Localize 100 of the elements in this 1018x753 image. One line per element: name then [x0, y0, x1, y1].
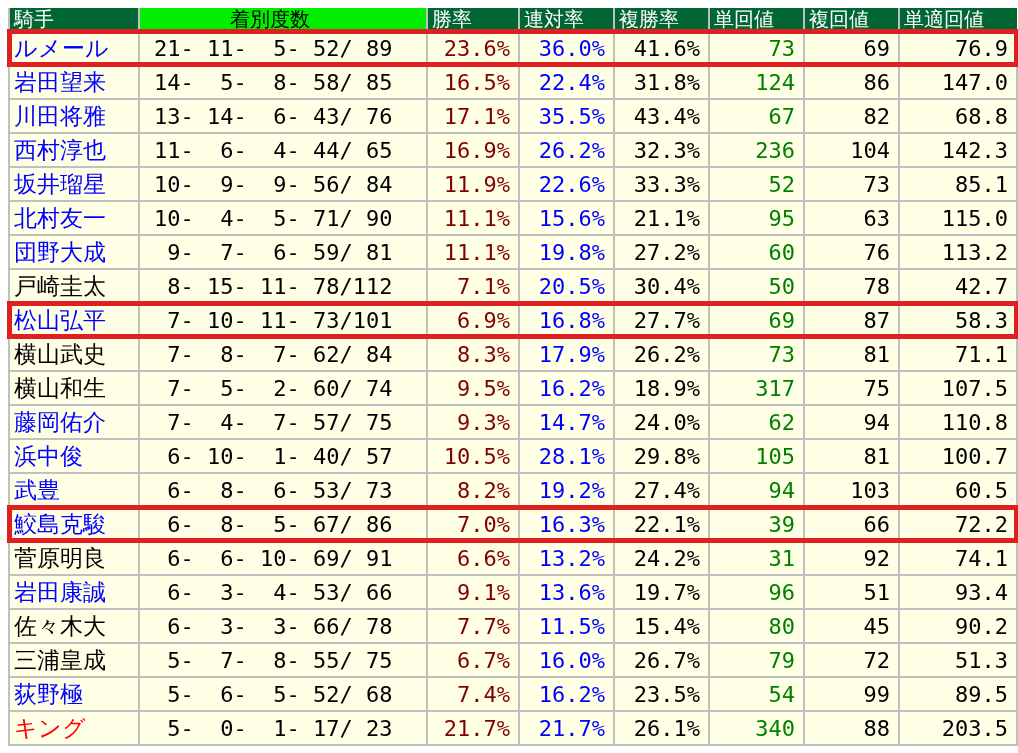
table-cell: 16.9%	[427, 133, 519, 167]
jockey-name: 団野大成	[9, 235, 139, 269]
table-cell: 74.1	[899, 541, 1017, 575]
column-header: 単適回値	[899, 8, 1017, 31]
table-cell: 71.1	[899, 337, 1017, 371]
table-cell: 7- 5- 2- 60/ 74	[139, 371, 427, 405]
table-cell: 21.7%	[519, 711, 614, 745]
table-cell: 203.5	[899, 711, 1017, 745]
jockey-name: 佐々木大	[9, 609, 139, 643]
column-header: 騎手	[9, 8, 139, 31]
table-cell: 51	[804, 575, 899, 609]
table-cell: 5- 7- 8- 55/ 75	[139, 643, 427, 677]
table-cell: 81	[804, 439, 899, 473]
table-cell: 72	[804, 643, 899, 677]
table-cell: 96	[709, 575, 804, 609]
table-cell: 28.1%	[519, 439, 614, 473]
table-cell: 7- 10- 11- 73/101	[139, 303, 427, 337]
jockey-name: 菅原明良	[9, 541, 139, 575]
table-cell: 7.4%	[427, 677, 519, 711]
table-cell: 13- 14- 6- 43/ 76	[139, 99, 427, 133]
table-cell: 317	[709, 371, 804, 405]
jockey-name: 西村淳也	[9, 133, 139, 167]
table-cell: 86	[804, 65, 899, 99]
table-cell: 113.2	[899, 235, 1017, 269]
table-cell: 9.5%	[427, 371, 519, 405]
table-cell: 19.8%	[519, 235, 614, 269]
table-cell: 11.9%	[427, 167, 519, 201]
table-cell: 24.2%	[614, 541, 709, 575]
jockey-name: 藤岡佑介	[9, 405, 139, 439]
table-cell: 6- 10- 1- 40/ 57	[139, 439, 427, 473]
jockey-name: ルメール	[9, 31, 139, 65]
table-cell: 15.4%	[614, 609, 709, 643]
table-cell: 29.8%	[614, 439, 709, 473]
table-cell: 85.1	[899, 167, 1017, 201]
table-cell: 81	[804, 337, 899, 371]
table-cell: 31.8%	[614, 65, 709, 99]
table-cell: 43.4%	[614, 99, 709, 133]
table-cell: 8.3%	[427, 337, 519, 371]
table-cell: 16.3%	[519, 507, 614, 541]
table-cell: 17.9%	[519, 337, 614, 371]
table-cell: 7.0%	[427, 507, 519, 541]
jockey-name: 坂井瑠星	[9, 167, 139, 201]
table-cell: 66	[804, 507, 899, 541]
table-cell: 90.2	[899, 609, 1017, 643]
jockey-name: 横山武史	[9, 337, 139, 371]
table-cell: 51.3	[899, 643, 1017, 677]
table-cell: 110.8	[899, 405, 1017, 439]
table-cell: 5- 0- 1- 17/ 23	[139, 711, 427, 745]
table-cell: 9.1%	[427, 575, 519, 609]
table-cell: 72.2	[899, 507, 1017, 541]
jockey-name: 横山和生	[9, 371, 139, 405]
table-cell: 236	[709, 133, 804, 167]
table-cell: 11.5%	[519, 609, 614, 643]
jockey-name: 川田将雅	[9, 99, 139, 133]
table-cell: 45	[804, 609, 899, 643]
table-cell: 6.9%	[427, 303, 519, 337]
table-cell: 10- 9- 9- 56/ 84	[139, 167, 427, 201]
table-cell: 7- 4- 7- 57/ 75	[139, 405, 427, 439]
table-cell: 58.3	[899, 303, 1017, 337]
table-cell: 27.2%	[614, 235, 709, 269]
table-cell: 7- 8- 7- 62/ 84	[139, 337, 427, 371]
table-cell: 340	[709, 711, 804, 745]
table-cell: 107.5	[899, 371, 1017, 405]
table-cell: 15.6%	[519, 201, 614, 235]
table-cell: 9- 7- 6- 59/ 81	[139, 235, 427, 269]
table-cell: 13.2%	[519, 541, 614, 575]
table-cell: 92	[804, 541, 899, 575]
table-cell: 13.6%	[519, 575, 614, 609]
table-cell: 54	[709, 677, 804, 711]
table-cell: 60	[709, 235, 804, 269]
table-cell: 147.0	[899, 65, 1017, 99]
table-cell: 9.3%	[427, 405, 519, 439]
table-cell: 23.5%	[614, 677, 709, 711]
table-cell: 21.1%	[614, 201, 709, 235]
table-cell: 14- 5- 8- 58/ 85	[139, 65, 427, 99]
table-cell: 6- 3- 3- 66/ 78	[139, 609, 427, 643]
column-header: 着別度数	[139, 8, 427, 31]
table-cell: 32.3%	[614, 133, 709, 167]
table-cell: 5- 6- 5- 52/ 68	[139, 677, 427, 711]
jockey-name: 岩田望来	[9, 65, 139, 99]
table-cell: 73	[709, 31, 804, 65]
table-cell: 82	[804, 99, 899, 133]
table-cell: 19.7%	[614, 575, 709, 609]
table-cell: 22.4%	[519, 65, 614, 99]
table-cell: 22.6%	[519, 167, 614, 201]
jockey-name: 鮫島克駿	[9, 507, 139, 541]
table-cell: 63	[804, 201, 899, 235]
table-cell: 6- 3- 4- 53/ 66	[139, 575, 427, 609]
table-cell: 124	[709, 65, 804, 99]
table-cell: 6- 8- 5- 67/ 86	[139, 507, 427, 541]
table-cell: 11- 6- 4- 44/ 65	[139, 133, 427, 167]
table-cell: 16.5%	[427, 65, 519, 99]
table-cell: 76	[804, 235, 899, 269]
table-cell: 27.7%	[614, 303, 709, 337]
table-cell: 52	[709, 167, 804, 201]
table-cell: 94	[804, 405, 899, 439]
table-cell: 16.2%	[519, 371, 614, 405]
table-cell: 26.7%	[614, 643, 709, 677]
table-cell: 62	[709, 405, 804, 439]
table-cell: 75	[804, 371, 899, 405]
